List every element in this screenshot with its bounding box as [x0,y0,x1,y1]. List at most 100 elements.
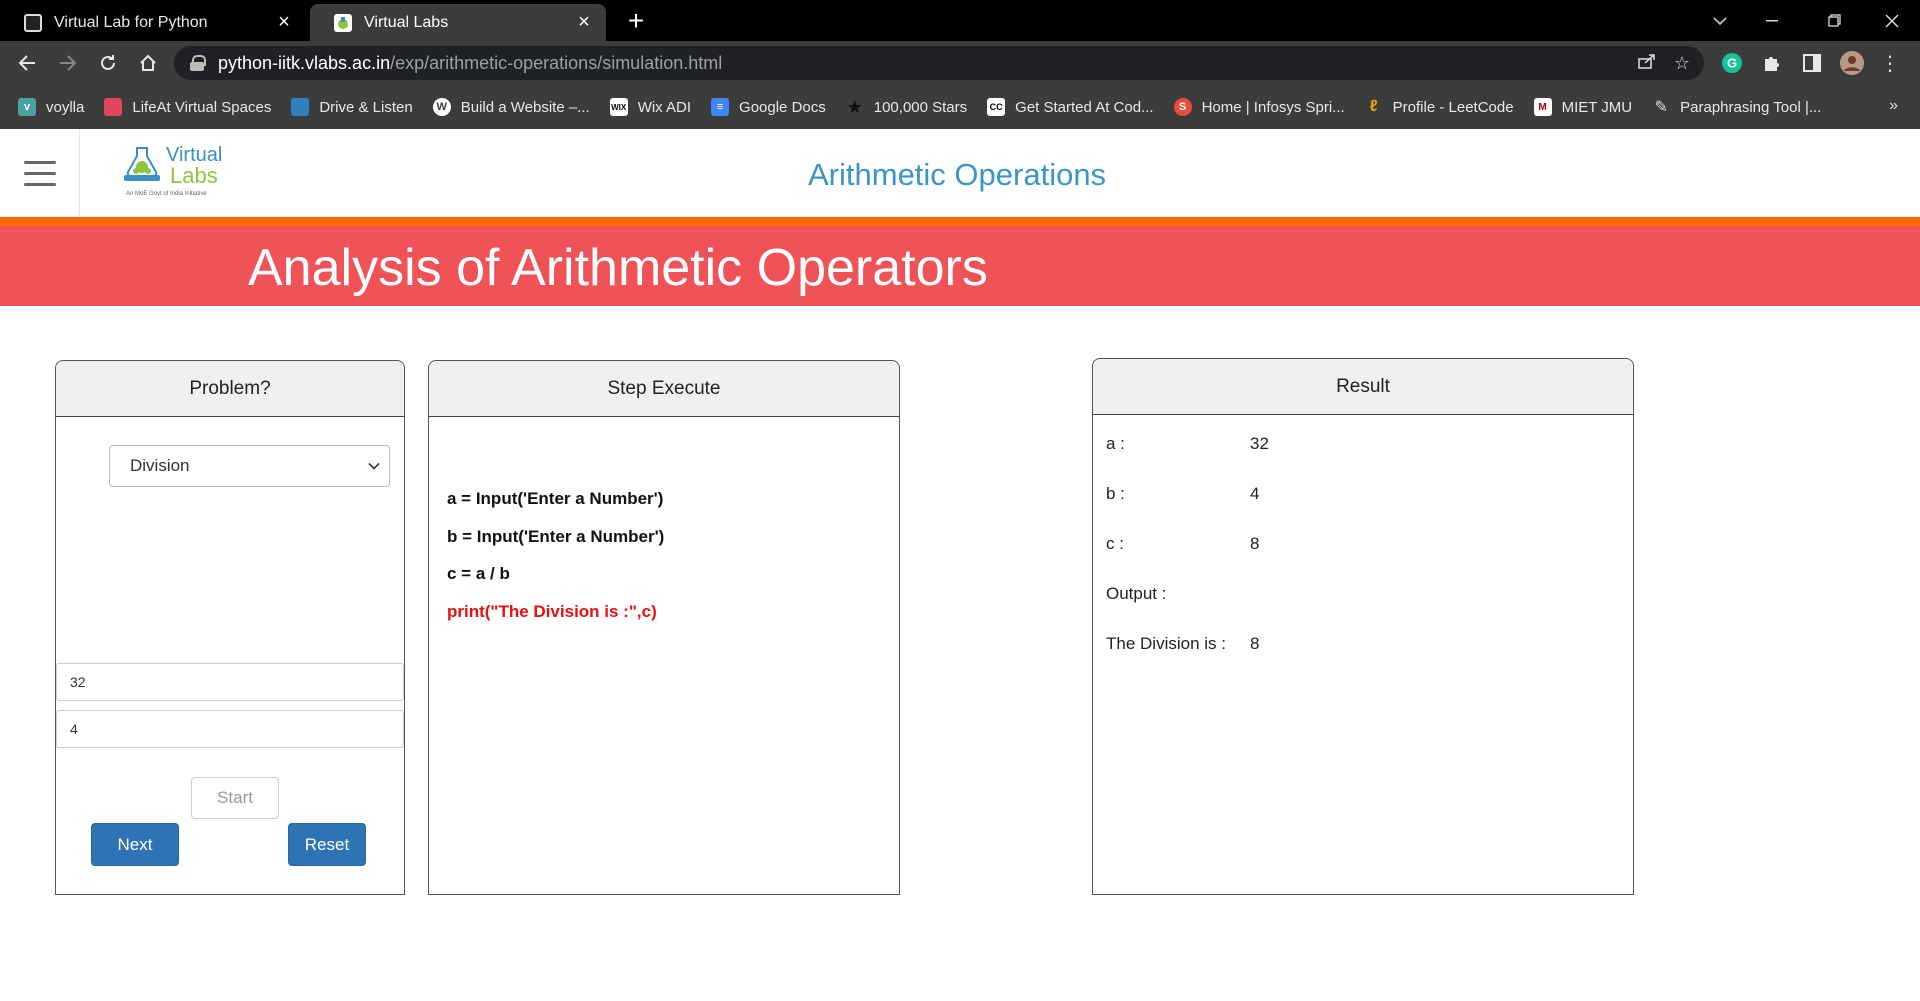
logo-text-virtual: Virtual [166,144,223,166]
address-bar[interactable]: python-iitk.vlabs.ac.in/exp/arithmetic-o… [174,46,1704,80]
code-line: c = a / b [447,564,510,583]
bookmark-leetcode[interactable]: ℓ Profile - LeetCode [1365,98,1514,116]
drive-listen-icon [291,98,310,116]
leetcode-icon: ℓ [1369,98,1378,115]
tab-virtual-lab-for-python[interactable]: Virtual Lab for Python × [0,4,306,41]
reset-button[interactable]: Reset [288,823,366,866]
star-icon: ★ [846,96,863,117]
bookmark-google-docs[interactable]: ≡ Google Docs [711,98,826,116]
page-title: Analysis of Arithmetic Operators [248,239,988,297]
result-value-division: 8 [1250,634,1260,653]
reload-icon[interactable] [92,47,124,79]
tab-title: Virtual Labs [364,13,449,31]
bookmarks-bar: v voylla LifeAt Virtual Spaces Drive & L… [0,85,1920,129]
miet-icon: M [1533,98,1552,116]
bookmark-label: Wix ADI [637,98,692,116]
svg-text:G: G [1727,56,1737,71]
bookmark-drive-listen[interactable]: Drive & Listen [291,98,413,116]
experiment-banner: Analysis of Arithmetic Operators [0,226,1920,306]
tab-title: Virtual Lab for Python [54,13,208,31]
number-b-input[interactable]: 4 [56,710,404,748]
browser-tab-strip: Virtual Lab for Python × Virtual Labs × … [0,0,1920,41]
bookmark-label: Paraphrasing Tool |... [1680,98,1822,116]
bookmark-label: Build a Website –... [460,98,590,116]
result-label-output: Output : [1106,584,1167,603]
tab-virtual-labs[interactable]: Virtual Labs × [310,4,606,41]
quill-icon: ✎ [1654,99,1668,116]
bookmark-label: MIET JMU [1561,98,1633,116]
google-docs-icon: ≡ [711,98,730,116]
grammarly-icon[interactable]: G [1718,49,1746,77]
bookmark-label: voylla [46,98,85,116]
url-host: python-iitk.vlabs.ac.in [218,52,391,73]
page-content: Virtual Labs An MoE Govt of India Initia… [0,129,1920,1001]
result-label-c: c : [1106,534,1124,553]
url-path: /exp/arithmetic-operations/simulation.ht… [390,52,723,73]
bookmark-miet-jmu[interactable]: M MIET JMU [1533,98,1633,116]
panel-header: Step Execute [429,361,899,417]
person-icon [24,13,42,32]
result-value-b: 4 [1250,484,1260,503]
bookmark-label: Google Docs [739,98,826,116]
lock-icon[interactable] [190,55,206,71]
bookmark-star-icon[interactable]: ☆ [1674,53,1690,74]
bookmark-wix-adi[interactable]: WIX Wix ADI [609,98,692,116]
tab-search-chevron-icon[interactable] [1694,0,1746,41]
logo-text-labs: Labs [170,163,218,188]
minimize-icon[interactable] [1746,0,1798,41]
code-line: a = Input('Enter a Number') [447,489,664,508]
close-icon[interactable]: × [574,11,594,34]
result-label-a: a : [1106,434,1125,453]
result-panel: Result a : 32 b : 4 c : 8 Output : The D… [1092,358,1634,895]
result-value-a: 32 [1250,434,1269,453]
bookmark-codecademy[interactable]: CC Get Started At Cod... [987,98,1154,116]
bookmark-label: Home | Infosys Spri... [1201,98,1345,116]
start-button[interactable]: Start [191,777,279,819]
new-tab-plus-icon[interactable]: + [620,4,652,38]
problem-panel: Problem? Division 32 4 Start Next Reset [55,360,405,895]
bookmark-infosys[interactable]: S Home | Infosys Spri... [1173,98,1345,116]
operation-select[interactable]: Division [109,445,390,487]
bookmarks-overflow-chevron-icon[interactable]: » [1889,97,1898,115]
bookmark-label: Get Started At Cod... [1015,98,1154,116]
extensions-puzzle-icon[interactable] [1758,49,1786,77]
bookmark-label: Profile - LeetCode [1392,98,1514,116]
wordpress-icon: W [432,98,451,116]
accent-bar [0,217,1920,226]
bookmark-build-website[interactable]: W Build a Website –... [432,98,590,116]
close-window-icon[interactable] [1866,0,1918,41]
result-value-c: 8 [1250,534,1260,553]
restore-icon[interactable] [1808,0,1860,41]
close-icon[interactable]: × [274,11,294,34]
step-execute-panel: Step Execute a = Input('Enter a Number')… [428,360,900,895]
bookmark-label: LifeAt Virtual Spaces [132,98,272,116]
next-button[interactable]: Next [91,823,179,866]
chevron-down-icon [368,458,380,470]
browser-toolbar: python-iitk.vlabs.ac.in/exp/arithmetic-o… [0,41,1920,85]
virtual-labs-icon [334,13,352,32]
lifeat-icon [104,98,123,116]
code-line: b = Input('Enter a Number') [447,527,665,546]
home-icon[interactable] [132,47,164,79]
bookmark-lifeat[interactable]: LifeAt Virtual Spaces [104,98,271,116]
share-icon[interactable] [1638,53,1656,74]
selected-operation: Division [130,456,190,475]
bookmark-100000-stars[interactable]: ★ 100,000 Stars [846,96,967,117]
number-a-input[interactable]: 32 [56,663,404,701]
menu-kebab-icon[interactable]: ⋮ [1876,49,1904,77]
side-panel-icon[interactable] [1798,49,1826,77]
bookmark-paraphrasing-tool[interactable]: ✎ Paraphrasing Tool |... [1652,98,1822,117]
back-arrow-icon[interactable] [11,47,43,79]
panel-header: Result [1093,359,1633,415]
bookmark-voylla[interactable]: v voylla [18,98,84,116]
forward-arrow-icon[interactable] [52,47,84,79]
bookmark-label: Drive & Listen [319,98,413,116]
codecademy-icon: CC [987,98,1006,116]
hamburger-menu-icon[interactable] [0,129,80,217]
code-line-highlighted: print("The Division is :",c) [447,602,657,621]
virtual-labs-logo[interactable]: Virtual Labs An MoE Govt of India Initia… [118,143,230,203]
site-header: Virtual Labs An MoE Govt of India Initia… [0,129,1920,217]
v-logo-icon: v [18,98,36,116]
infosys-icon: S [1173,98,1192,116]
profile-avatar[interactable] [1838,49,1866,77]
